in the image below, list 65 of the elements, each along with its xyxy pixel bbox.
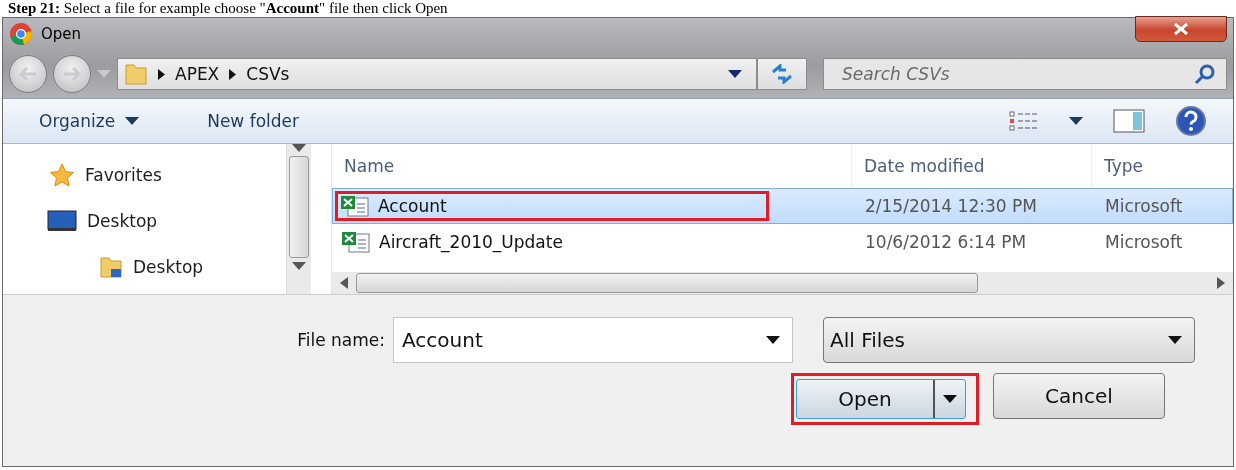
scroll-right-icon <box>1217 277 1225 289</box>
help-button[interactable] <box>1175 105 1207 137</box>
caret-icon <box>125 117 140 125</box>
breadcrumb-link[interactable]: APEX <box>175 64 220 84</box>
navigation-item[interactable]: Desktop <box>87 211 158 231</box>
folder-icon <box>124 62 148 86</box>
view-dropdown-button[interactable] <box>1069 117 1083 125</box>
file-row[interactable]: Aircraft_2010_Update 10/6/2012 6:14 PM Microsoft <box>332 224 1233 260</box>
caret-icon <box>943 395 957 403</box>
window-title: Open <box>41 25 83 43</box>
breadcrumb-link[interactable]: CSVs <box>246 64 290 84</box>
scroll-left-icon <box>340 277 348 289</box>
scroll-down-icon <box>292 262 306 270</box>
new-folder-button[interactable]: New folder <box>201 107 305 135</box>
preview-pane-icon <box>1113 109 1145 133</box>
list-view-icon <box>1009 111 1039 131</box>
view-options-button[interactable] <box>1009 111 1039 131</box>
file-name: Account <box>378 196 447 216</box>
open-button[interactable]: Open <box>796 379 966 419</box>
file-row[interactable]: Account 2/15/2014 12:30 PM Microsoft <box>332 188 1233 224</box>
arrow-right-icon <box>62 66 82 82</box>
caret-icon <box>766 336 780 344</box>
chevron-right-icon <box>158 68 165 80</box>
back-button[interactable] <box>9 55 47 93</box>
date-cell-text: 10/6/2012 6:14 PM <box>864 232 1028 252</box>
navigation-item[interactable]: Favorites <box>85 165 162 185</box>
spreadsheet-file-icon <box>341 231 371 253</box>
refresh-button[interactable] <box>757 58 807 90</box>
organize-menu-button[interactable]: Organize <box>33 107 146 135</box>
file-name-input[interactable]: Account <box>400 327 766 353</box>
vertical-scrollbar[interactable] <box>286 144 311 294</box>
refresh-arrows-icon <box>770 64 794 84</box>
close-button[interactable] <box>1135 16 1227 42</box>
help-icon <box>1175 105 1207 137</box>
close-icon <box>1173 23 1189 35</box>
horizontal-scrollbar[interactable] <box>332 272 1233 294</box>
forward-button[interactable] <box>53 55 91 93</box>
instruction-text: Step 21: Select a file for example choose "Account" file then click Open <box>7 0 449 17</box>
folder-icon <box>99 255 123 279</box>
type-cell-text: Microsoft <box>1104 196 1184 216</box>
address-bar[interactable]: APEX CSVs <box>117 58 757 90</box>
date-cell-text: 2/15/2014 12:30 PM <box>864 196 1038 216</box>
spreadsheet-file-icon <box>340 195 370 217</box>
search-field[interactable]: Search CSVs <box>823 58 1227 90</box>
arrow-left-icon <box>18 66 38 82</box>
file-name-label: File name: <box>297 330 386 350</box>
caret-icon <box>1168 336 1182 344</box>
cancel-button[interactable]: Cancel <box>993 373 1165 419</box>
monitor-icon <box>47 210 77 232</box>
address-dropdown-button[interactable] <box>728 70 742 78</box>
search-input[interactable]: Search CSVs <box>840 63 1194 85</box>
browser-logo-icon <box>9 22 33 46</box>
caret-icon <box>1069 117 1083 125</box>
search-icon <box>1194 63 1216 85</box>
star-icon <box>49 163 75 187</box>
file-type-dropdown[interactable]: All Files <box>823 317 1195 363</box>
navigation-item[interactable]: Desktop <box>133 257 204 277</box>
preview-pane-button[interactable] <box>1113 109 1145 133</box>
type-cell-text: Microsoft <box>1104 232 1184 252</box>
file-name-field[interactable]: Account <box>393 317 793 363</box>
caret-icon <box>97 70 111 78</box>
file-name: Aircraft_2010_Update <box>379 232 563 252</box>
caret-icon <box>728 70 742 78</box>
chevron-right-icon <box>229 68 237 80</box>
file-name-dropdown-button[interactable] <box>766 336 780 344</box>
